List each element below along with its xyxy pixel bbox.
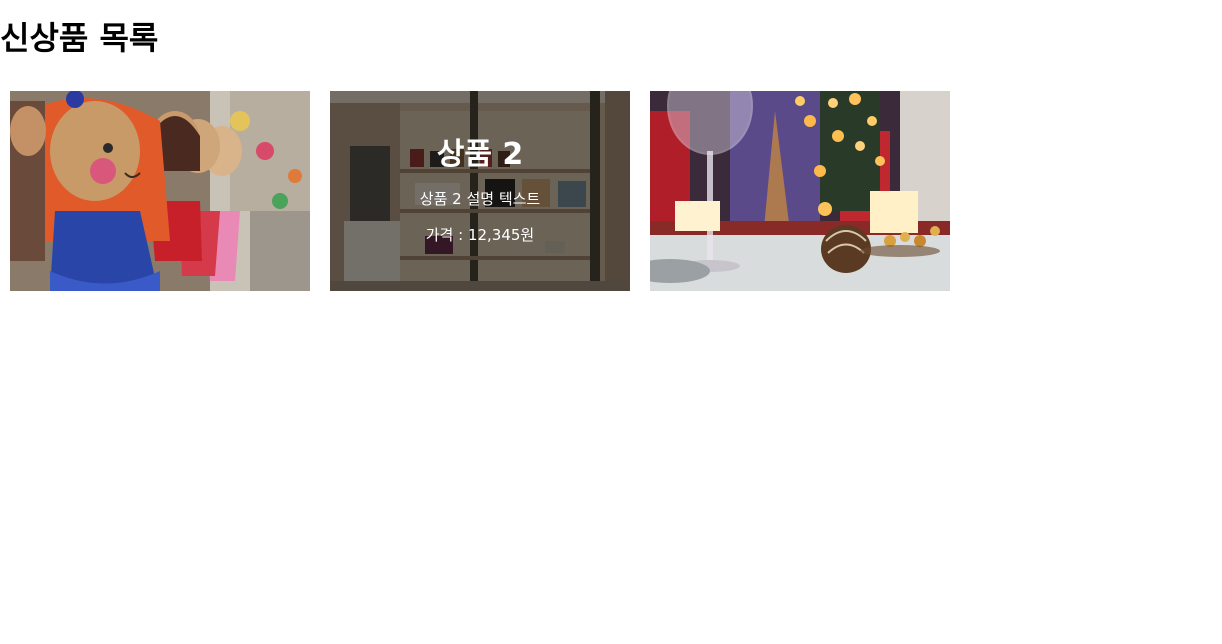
product-card-2[interactable]: 상품 2 상품 2 설명 텍스트 가격 : 12,345원 <box>330 91 630 291</box>
product-card-3[interactable] <box>650 91 950 291</box>
product-overlay: 상품 2 상품 2 설명 텍스트 가격 : 12,345원 <box>330 91 630 291</box>
product-title: 상품 2 <box>436 137 524 172</box>
product-grid: 상품 2 상품 2 설명 텍스트 가격 : 12,345원 <box>10 91 950 291</box>
product-card-1[interactable] <box>10 91 310 291</box>
product-description: 상품 2 설명 텍스트 <box>419 190 541 208</box>
page-title: 신상품 목록 <box>0 19 159 57</box>
product-price: 가격 : 12,345원 <box>425 226 535 244</box>
